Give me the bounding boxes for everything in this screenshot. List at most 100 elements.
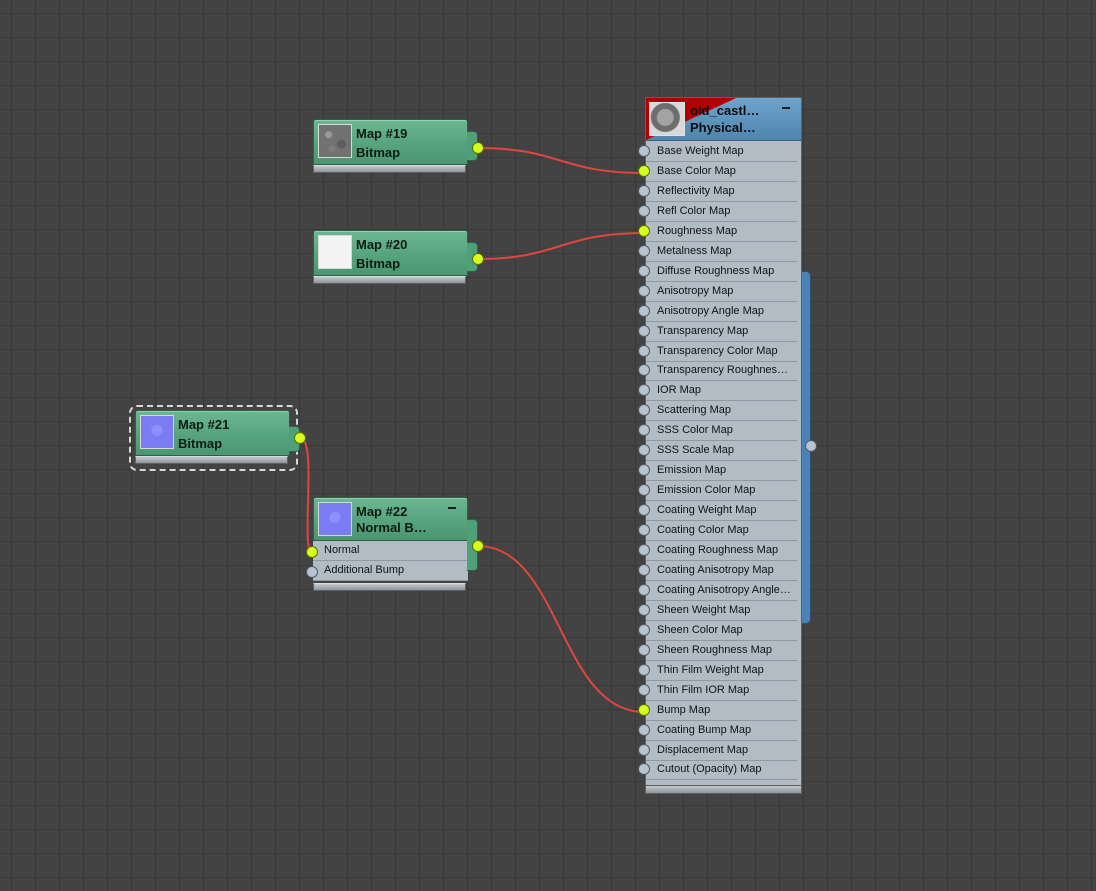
material-input-socket[interactable] xyxy=(638,204,650,217)
material-port-row[interactable]: Coating Anisotropy Map xyxy=(646,561,797,581)
material-port-row[interactable]: Anisotropy Angle Map xyxy=(646,302,797,322)
map22-thumbnail xyxy=(318,502,352,536)
material-input-socket[interactable] xyxy=(638,723,650,736)
material-port-label: Coating Anisotropy Angle… xyxy=(657,583,791,596)
material-port-row[interactable]: Transparency Map xyxy=(646,322,797,342)
material-port-row[interactable]: Base Color Map xyxy=(646,162,797,182)
map19-type: Bitmap xyxy=(356,145,401,160)
material-port-row[interactable]: Sheen Color Map xyxy=(646,621,797,641)
map22-node[interactable]: Map #22 Normal B… Normal Additional Bump xyxy=(306,497,484,597)
material-port-label: Reflectivity Map xyxy=(657,184,735,197)
material-port-label: Displacement Map xyxy=(657,743,749,756)
material-port-row[interactable]: Base Weight Map xyxy=(646,142,797,162)
material-port-row[interactable]: Cutout (Opacity) Map xyxy=(646,760,797,781)
material-port-row[interactable]: Anisotropy Map xyxy=(646,282,797,302)
material-input-socket[interactable] xyxy=(638,603,650,616)
material-port-row[interactable]: Coating Bump Map xyxy=(646,721,797,741)
material-port-row[interactable]: Bump Map xyxy=(646,701,797,721)
map21-output-socket[interactable] xyxy=(294,432,306,444)
material-minimize-button[interactable] xyxy=(782,107,790,109)
material-port-row[interactable]: Thin Film IOR Map xyxy=(646,681,797,701)
material-port-label: IOR Map xyxy=(657,384,702,397)
material-input-socket[interactable] xyxy=(638,344,650,357)
material-input-socket[interactable] xyxy=(638,563,650,576)
material-input-socket[interactable] xyxy=(638,244,650,257)
material-port-row[interactable]: Diffuse Roughness Map xyxy=(646,262,797,282)
map22-header[interactable]: Map #22 Normal B… xyxy=(313,497,468,541)
map20-node[interactable]: Map #20 Bitmap xyxy=(313,230,484,288)
map20-header[interactable]: Map #20 Bitmap xyxy=(313,230,468,276)
material-port-label: Anisotropy Map xyxy=(657,284,734,297)
material-input-socket[interactable] xyxy=(638,623,650,636)
material-port-row[interactable]: Sheen Weight Map xyxy=(646,601,797,621)
material-input-socket[interactable] xyxy=(638,504,650,517)
material-port-row[interactable]: Scattering Map xyxy=(646,401,797,422)
material-port-label: Coating Anisotropy Map xyxy=(657,563,774,576)
material-input-socket[interactable] xyxy=(638,683,650,696)
map22-minimize-button[interactable] xyxy=(448,507,456,509)
material-output-socket[interactable] xyxy=(805,440,817,452)
map20-output-socket[interactable] xyxy=(472,253,484,265)
material-port-row[interactable]: Roughness Map xyxy=(646,222,797,242)
map22-port-normal[interactable]: Normal xyxy=(313,541,468,561)
material-port-row[interactable]: Transparency Roughnes… xyxy=(646,361,797,382)
material-input-socket[interactable] xyxy=(638,264,650,277)
map22-footer xyxy=(313,583,466,591)
material-port-label: Sheen Color Map xyxy=(657,623,743,636)
map22-port-label: Additional Bump xyxy=(324,564,405,576)
material-port-label: Scattering Map xyxy=(657,404,731,417)
material-port-row[interactable]: Transparency Color Map xyxy=(646,342,797,362)
material-input-socket[interactable] xyxy=(638,324,650,337)
map22-additional-bump-input-socket[interactable] xyxy=(306,566,318,578)
material-input-socket[interactable] xyxy=(638,184,650,197)
map19-header[interactable]: Map #19 Bitmap xyxy=(313,119,468,165)
material-input-socket[interactable] xyxy=(638,145,650,157)
material-port-label: Cutout (Opacity) Map xyxy=(657,763,762,776)
map22-port-additional-bump[interactable]: Additional Bump xyxy=(313,561,468,581)
material-port-row[interactable]: Coating Color Map xyxy=(646,521,797,542)
material-port-row[interactable]: Refl Color Map xyxy=(646,202,797,222)
material-input-socket[interactable] xyxy=(638,524,650,537)
material-port-label: Thin Film IOR Map xyxy=(657,683,750,696)
material-port-row[interactable]: Emission Map xyxy=(646,461,797,482)
material-input-socket[interactable] xyxy=(638,284,650,297)
material-port-row[interactable]: Emission Color Map xyxy=(646,481,797,502)
map21-node[interactable]: Map #21 Bitmap xyxy=(135,410,306,468)
map22-normal-input-socket[interactable] xyxy=(306,546,318,558)
material-port-row[interactable]: Displacement Map xyxy=(646,741,797,761)
material-port-row[interactable]: IOR Map xyxy=(646,381,797,402)
material-input-socket[interactable] xyxy=(638,224,650,237)
material-port-row[interactable]: Thin Film Weight Map xyxy=(646,661,797,681)
material-node[interactable]: old_castl… Physical… Base Weight Map Base… xyxy=(645,97,802,790)
map21-header[interactable]: Map #21 Bitmap xyxy=(135,410,290,456)
material-port-row[interactable]: Metalness Map xyxy=(646,242,797,262)
material-port-row[interactable]: SSS Color Map xyxy=(646,421,797,442)
material-input-socket[interactable] xyxy=(638,304,650,317)
material-port-row[interactable]: Coating Weight Map xyxy=(646,501,797,522)
material-port-row[interactable]: Coating Roughness Map xyxy=(646,541,797,561)
material-port-label: Coating Roughness Map xyxy=(657,544,779,556)
material-port-row[interactable]: Sheen Roughness Map xyxy=(646,641,797,661)
material-input-socket[interactable] xyxy=(638,544,650,556)
material-thumbnail xyxy=(649,102,685,136)
material-header[interactable]: old_castl… Physical… xyxy=(646,98,801,141)
map22-output-socket[interactable] xyxy=(472,540,484,552)
material-input-socket[interactable] xyxy=(638,164,650,177)
material-input-socket[interactable] xyxy=(638,583,650,596)
material-port-label: Anisotropy Angle Map xyxy=(657,304,765,317)
material-input-socket[interactable] xyxy=(638,643,650,656)
material-input-socket[interactable] xyxy=(638,663,650,676)
material-input-socket[interactable] xyxy=(638,703,650,716)
material-port-row[interactable]: Reflectivity Map xyxy=(646,182,797,202)
wire-map22-bump[interactable] xyxy=(477,545,645,713)
material-port-label: Base Color Map xyxy=(657,164,736,177)
material-name: old_castl… xyxy=(690,103,760,118)
wire-map20-roughness[interactable] xyxy=(477,232,645,260)
map19-output-socket[interactable] xyxy=(472,142,484,154)
material-port-row[interactable]: SSS Scale Map xyxy=(646,441,797,462)
wire-map19-base-color[interactable] xyxy=(477,147,645,174)
material-port-row[interactable]: Coating Anisotropy Angle… xyxy=(646,581,797,601)
map20-title: Map #20 xyxy=(356,237,408,252)
material-input-socket[interactable] xyxy=(638,743,650,756)
map19-node[interactable]: Map #19 Bitmap xyxy=(313,119,484,177)
